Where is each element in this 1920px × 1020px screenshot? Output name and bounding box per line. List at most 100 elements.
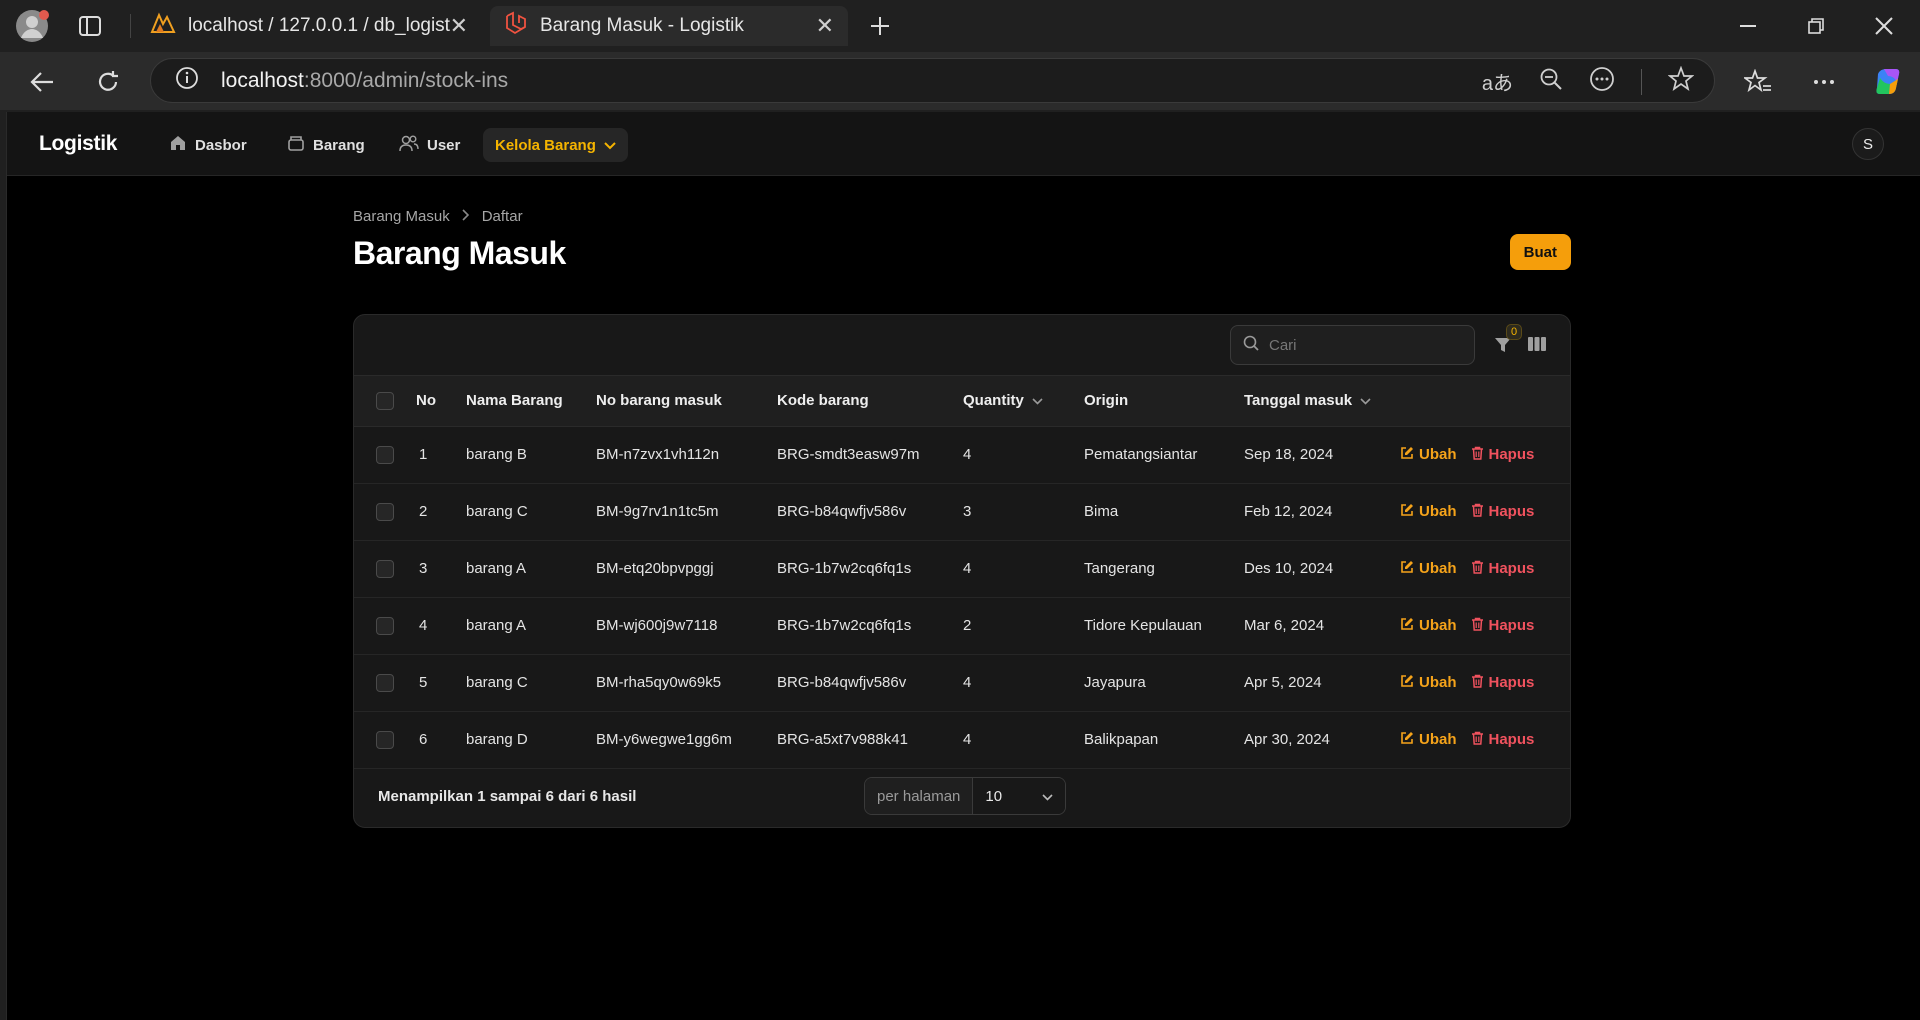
minimize-icon[interactable] [1728, 10, 1768, 42]
edit-icon [1400, 446, 1414, 464]
cell-nama-barang: barang D [466, 711, 596, 769]
trash-icon [1471, 503, 1484, 521]
filter-button[interactable]: 0 [1494, 324, 1522, 359]
trash-icon [1471, 731, 1484, 749]
tab-phpmyadmin[interactable]: localhost / 127.0.0.1 / db_logistik_ ✕ [136, 6, 482, 46]
restore-icon[interactable] [1796, 10, 1836, 42]
cell-tanggal-masuk: Apr 30, 2024 [1244, 711, 1400, 769]
delete-label: Hapus [1488, 446, 1535, 463]
cell-nama-barang: barang A [466, 540, 596, 598]
column-header-quantity-sort[interactable]: Quantity [963, 376, 1084, 427]
edit-button[interactable]: Ubah [1400, 731, 1457, 749]
column-header-tanggal-masuk-sort[interactable]: Tanggal masuk [1244, 376, 1400, 427]
delete-button[interactable]: Hapus [1471, 560, 1535, 578]
chevron-down-icon [604, 137, 616, 154]
table-card: 0 No Nama Barang No baran [353, 314, 1571, 828]
row-checkbox[interactable] [376, 559, 394, 578]
edit-button[interactable]: Ubah [1400, 560, 1457, 578]
nav-item-label: Barang [313, 136, 365, 154]
cell-no: 1 [416, 426, 466, 484]
cell-quantity: 4 [963, 711, 1084, 769]
favorites-icon[interactable] [1738, 62, 1778, 102]
cell-quantity: 3 [963, 483, 1084, 541]
table-row[interactable]: 5 barang C BM-rha5qy0w69k5 BRG-b84qwfjv586v… [354, 654, 1570, 712]
edit-button[interactable]: Ubah [1400, 617, 1457, 635]
user-avatar[interactable]: S [1852, 128, 1884, 160]
row-checkbox[interactable] [376, 673, 394, 692]
table-row[interactable]: 3 barang A BM-etq20bpvpggj BRG-1b7w2cq6fq1s… [354, 540, 1570, 598]
delete-button[interactable]: Hapus [1471, 674, 1534, 692]
select-all-checkbox[interactable] [376, 391, 394, 410]
address-bar[interactable]: localhost:8000/admin/stock-ins aあ [150, 58, 1715, 103]
close-tab-icon[interactable]: ✕ [450, 13, 468, 39]
per-page-select[interactable]: per halaman 10 [864, 777, 1067, 815]
cell-no-barang-masuk: BM-n7zvx1vh112n [596, 426, 777, 484]
row-checkbox[interactable] [376, 445, 394, 464]
toggle-columns-button[interactable] [1528, 336, 1546, 357]
chevron-right-icon [462, 208, 470, 225]
filter-count-badge: 0 [1506, 324, 1522, 340]
more-actions-icon[interactable] [1589, 66, 1615, 97]
table-row[interactable]: 2 barang C BM-9g7rv1n1tc5m BRG-b84qwfjv586v… [354, 483, 1570, 541]
tab-barang-masuk[interactable]: Barang Masuk - Logistik ✕ [490, 6, 848, 46]
back-icon[interactable] [24, 64, 60, 100]
cell-kode-barang: BRG-b84qwfjv586v [777, 654, 963, 712]
table-row[interactable]: 4 barang A BM-wj600j9w7118 BRG-1b7w2cq6fq1s… [354, 597, 1570, 655]
delete-button[interactable]: Hapus [1471, 617, 1534, 635]
brand-logo[interactable]: Logistik [39, 132, 117, 156]
delete-button[interactable]: Hapus [1471, 446, 1535, 464]
cell-origin: Tangerang [1084, 540, 1244, 598]
delete-label: Hapus [1488, 731, 1535, 748]
nav-item-barang[interactable]: Barang [275, 128, 377, 162]
search-field[interactable] [1230, 325, 1475, 365]
table-row[interactable]: 1 barang B BM-n7zvx1vh112n BRG-smdt3easw97m… [354, 426, 1570, 484]
per-page-dropdown[interactable]: 10 [973, 778, 1066, 814]
column-header-actions [1400, 376, 1570, 427]
table-row[interactable]: 6 barang D BM-y6wegwe1gg6m BRG-a5xt7v988k41… [354, 711, 1570, 769]
cell-nama-barang: barang C [466, 483, 596, 541]
nav-item-dasbor[interactable]: Dasbor [157, 128, 259, 162]
cell-actions: Ubah Hapus [1400, 540, 1570, 598]
settings-more-icon[interactable] [1804, 62, 1844, 102]
edit-button[interactable]: Ubah [1400, 446, 1457, 464]
users-icon [399, 134, 419, 156]
delete-label: Hapus [1488, 560, 1535, 577]
close-window-icon[interactable] [1864, 10, 1904, 42]
cell-kode-barang: BRG-1b7w2cq6fq1s [777, 540, 963, 598]
edit-button[interactable]: Ubah [1400, 503, 1457, 521]
row-checkbox[interactable] [376, 730, 394, 749]
row-checkbox[interactable] [376, 502, 394, 521]
edit-icon [1400, 674, 1414, 692]
reload-icon[interactable] [90, 64, 126, 100]
search-input[interactable] [1269, 336, 1459, 354]
laravel-favicon-icon [504, 11, 528, 41]
nav-item-user[interactable]: User [387, 128, 472, 162]
url-path: :8000/admin/stock-ins [303, 68, 509, 92]
address-bar-actions: aあ [1482, 59, 1695, 104]
site-info-icon[interactable] [175, 66, 199, 95]
tab-actions-icon[interactable] [72, 8, 108, 44]
copilot-icon[interactable] [1868, 62, 1908, 102]
chevron-down-icon [1042, 788, 1053, 805]
cell-kode-barang: BRG-b84qwfjv586v [777, 483, 963, 541]
cell-no: 4 [416, 597, 466, 655]
new-tab-icon[interactable] [862, 8, 898, 44]
nav-item-kelola-barang[interactable]: Kelola Barang [483, 128, 628, 162]
edit-button[interactable]: Ubah [1400, 674, 1457, 692]
column-header-no: No [416, 376, 466, 427]
search-icon [1243, 335, 1259, 356]
cell-no: 2 [416, 483, 466, 541]
create-button[interactable]: Buat [1509, 234, 1571, 270]
profile-icon[interactable] [14, 8, 50, 44]
close-tab-icon[interactable]: ✕ [816, 13, 834, 39]
pagination-summary: Menampilkan 1 sampai 6 dari 6 hasil [378, 788, 637, 805]
table-toolbar: 0 [354, 315, 1570, 376]
favorite-star-icon[interactable] [1667, 65, 1695, 97]
zoom-out-icon[interactable] [1539, 67, 1563, 96]
row-checkbox[interactable] [376, 616, 394, 635]
breadcrumb-item-barang-masuk[interactable]: Barang Masuk [353, 208, 450, 225]
translate-icon[interactable]: aあ [1482, 67, 1513, 96]
edit-label: Ubah [1419, 674, 1457, 691]
delete-button[interactable]: Hapus [1471, 503, 1534, 521]
delete-button[interactable]: Hapus [1471, 731, 1535, 749]
